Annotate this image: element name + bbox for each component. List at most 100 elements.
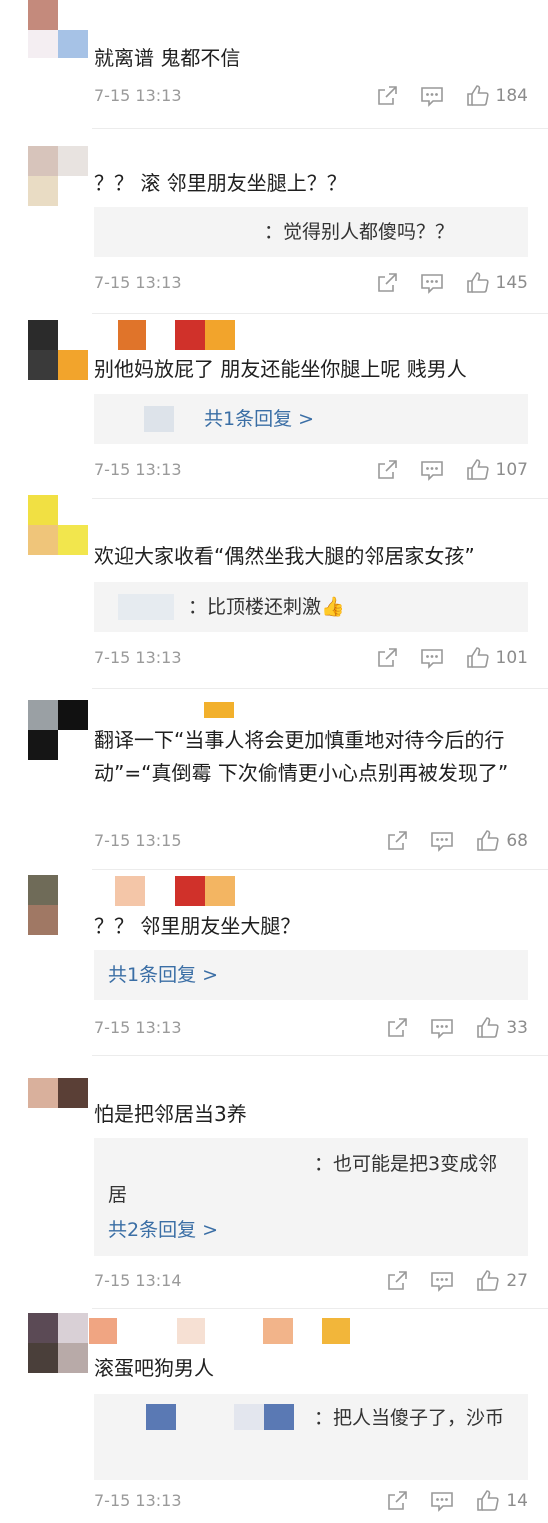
avatar[interactable] — [28, 320, 88, 380]
divider — [92, 1055, 548, 1056]
timestamp: 7-15 13:15 — [94, 831, 182, 850]
thumbs-up-icon — [477, 1270, 499, 1291]
avatar-pixel — [58, 1343, 88, 1373]
reply-button[interactable] — [420, 272, 444, 294]
avatar-pixel — [28, 905, 58, 935]
avatar[interactable] — [28, 700, 88, 760]
comment-icon — [420, 649, 443, 669]
timestamp: 7-15 13:13 — [94, 273, 182, 292]
avatar-pixel — [28, 0, 58, 30]
redaction-block — [177, 1318, 205, 1344]
comment-meta: 7-15 13:13 184 — [94, 81, 528, 111]
avatar-pixel — [28, 730, 58, 760]
quoted-reply: ：比顶楼还刺激👍 — [94, 582, 528, 632]
avatar[interactable] — [28, 495, 88, 555]
like-button[interactable]: 68 — [476, 829, 528, 853]
timestamp: 7-15 13:13 — [94, 1491, 182, 1510]
thumbs-up-icon — [477, 1490, 499, 1511]
redacted-username — [115, 876, 237, 906]
comment-meta: 7-15 13:13 101 — [94, 643, 528, 673]
redaction-block — [118, 594, 174, 620]
avatar-pixel — [58, 146, 88, 176]
reply-button[interactable] — [430, 1270, 454, 1292]
comment-meta: 7-15 13:13 14 — [94, 1486, 528, 1516]
avatar-pixel — [28, 350, 58, 380]
avatar-pixel — [28, 875, 58, 905]
comment-icon — [431, 1272, 454, 1292]
like-button[interactable]: 145 — [466, 271, 528, 295]
divider — [92, 869, 548, 870]
timestamp: 7-15 13:13 — [94, 648, 182, 667]
avatar-pixel — [28, 30, 58, 58]
avatar[interactable] — [28, 0, 88, 58]
comment-icon — [420, 87, 443, 107]
share-button[interactable] — [386, 1490, 408, 1512]
divider — [92, 498, 548, 499]
like-button[interactable]: 107 — [466, 458, 528, 482]
comment-text: 别他妈放屁了 朋友还能坐你腿上呢 贱男人 — [94, 357, 467, 381]
avatar[interactable] — [28, 875, 88, 935]
avatar-pixel — [58, 1313, 88, 1343]
avatar-pixel — [28, 700, 58, 730]
thumbs-up-icon — [466, 459, 489, 480]
comment-icon — [431, 1019, 454, 1039]
avatar-pixel — [28, 146, 58, 176]
redaction-block — [115, 876, 145, 906]
comment-meta: 7-15 13:15 68 — [94, 826, 528, 856]
share-button[interactable] — [386, 830, 408, 852]
share-button[interactable] — [376, 85, 398, 107]
thumbs-up-icon — [477, 830, 499, 851]
comment-text: 欢迎大家收看“偶然坐我大腿的邻居家女孩” — [94, 544, 475, 568]
share-button[interactable] — [386, 1270, 408, 1292]
avatar-pixel — [58, 525, 88, 555]
share-button[interactable] — [376, 272, 398, 294]
avatar[interactable] — [28, 1078, 88, 1138]
reply-button[interactable] — [420, 85, 444, 107]
like-count: 184 — [495, 86, 528, 106]
redaction-block — [144, 406, 174, 432]
reply-button[interactable] — [430, 830, 454, 852]
comment-icon — [431, 1492, 454, 1512]
reply-button[interactable] — [420, 459, 444, 481]
like-count: 101 — [495, 648, 528, 668]
share-button[interactable] — [376, 647, 398, 669]
comment-icon — [420, 461, 443, 481]
comment-text: 就离谱 鬼都不信 — [94, 46, 241, 70]
like-button[interactable]: 33 — [476, 1016, 528, 1040]
redaction-block — [204, 702, 234, 718]
comment-text: ？？ 邻里朋友坐大腿？ — [94, 914, 301, 938]
timestamp: 7-15 13:14 — [94, 1271, 182, 1290]
view-replies-link[interactable]: 共1条回复 > — [108, 959, 218, 991]
avatar-pixel — [28, 320, 58, 350]
avatar-pixel — [28, 1343, 58, 1373]
redacted-username — [204, 702, 236, 718]
like-button[interactable]: 184 — [466, 84, 528, 108]
like-count: 107 — [495, 460, 528, 480]
like-button[interactable]: 27 — [476, 1269, 528, 1293]
share-button[interactable] — [376, 459, 398, 481]
like-count: 33 — [506, 1018, 528, 1038]
avatar[interactable] — [28, 146, 88, 206]
timestamp: 7-15 13:13 — [94, 86, 182, 105]
avatar[interactable] — [28, 1313, 88, 1373]
quoted-reply: ：把人当傻子了，沙币 — [94, 1394, 528, 1480]
reply-button[interactable] — [430, 1017, 454, 1039]
quoted-reply: ：也可能是把3变成邻居 共2条回复 > — [94, 1138, 528, 1256]
like-button[interactable]: 101 — [466, 646, 528, 670]
share-icon — [388, 1018, 408, 1037]
like-button[interactable]: 14 — [476, 1489, 528, 1513]
thumbs-up-icon — [466, 647, 489, 668]
comment-text: 怕是把邻居当3养 — [94, 1102, 247, 1126]
view-replies-link[interactable]: 共1条回复 > — [204, 403, 314, 435]
like-count: 145 — [495, 273, 528, 293]
avatar-pixel — [58, 1078, 88, 1108]
share-button[interactable] — [386, 1017, 408, 1039]
reply-text: ：把人当傻子了，沙币 — [314, 1407, 505, 1429]
reply-button[interactable] — [420, 647, 444, 669]
reply-button[interactable] — [430, 1490, 454, 1512]
comment-icon — [431, 832, 454, 852]
divider — [92, 688, 548, 689]
view-replies-link[interactable]: 共2条回复 > — [108, 1214, 218, 1246]
redaction-block — [205, 320, 235, 350]
divider — [92, 128, 548, 129]
